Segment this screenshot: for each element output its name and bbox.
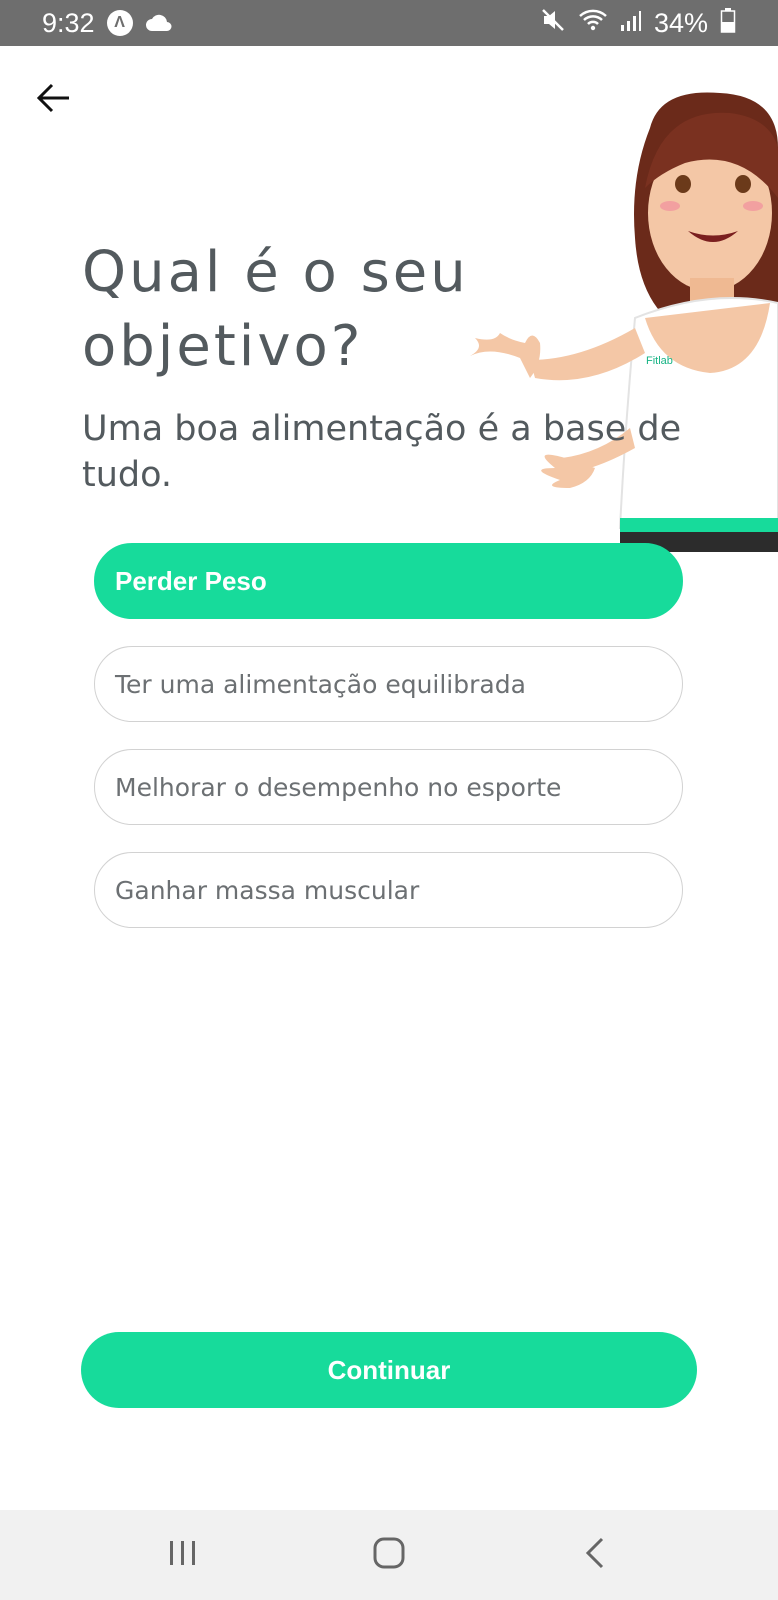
battery-icon	[720, 7, 736, 40]
battery-level: 34%	[653, 7, 708, 38]
goal-options: Perder Peso Ter uma alimentação equilibr…	[94, 543, 683, 955]
mute-icon	[540, 7, 566, 40]
option-label: Ter uma alimentação equilibrada	[115, 669, 526, 699]
signal-icon	[620, 8, 642, 39]
option-label: Melhorar o desempenho no esporte	[115, 772, 562, 802]
arrow-left-icon[interactable]	[36, 80, 72, 120]
back-icon[interactable]	[584, 1536, 606, 1574]
option-label: Perder Peso	[115, 565, 267, 596]
system-back-button[interactable]	[555, 1525, 635, 1585]
back-button[interactable]	[30, 76, 78, 124]
status-right: 34%	[540, 7, 736, 40]
option-label: Ganhar massa muscular	[115, 875, 420, 905]
wifi-icon	[578, 8, 608, 39]
option-perder-peso[interactable]: Perder Peso	[94, 543, 683, 619]
recent-apps-icon[interactable]	[167, 1539, 199, 1571]
status-time: 9:32	[42, 7, 95, 38]
home-icon[interactable]	[372, 1536, 406, 1574]
status-bar: 9:32 Λ 34%	[0, 0, 778, 46]
page-subtitle: Uma boa alimentação é a base de tudo.	[82, 409, 682, 495]
app-badge-icon: Λ	[106, 10, 133, 36]
option-ganhar-massa[interactable]: Ganhar massa muscular	[94, 852, 683, 928]
home-button[interactable]	[349, 1525, 429, 1585]
status-left: 9:32 Λ	[42, 8, 173, 39]
option-alimentacao-equilibrada[interactable]: Ter uma alimentação equilibrada	[94, 646, 683, 722]
trainer-illustration: Fitlab	[470, 88, 778, 618]
recent-apps-button[interactable]	[143, 1525, 223, 1585]
system-nav-bar	[0, 1510, 778, 1600]
option-desempenho-esporte[interactable]: Melhorar o desempenho no esporte	[94, 749, 683, 825]
cloud-icon	[145, 8, 173, 39]
continue-button[interactable]: Continuar	[81, 1332, 697, 1408]
illustration-brand-logo: Fitlab	[646, 355, 673, 367]
